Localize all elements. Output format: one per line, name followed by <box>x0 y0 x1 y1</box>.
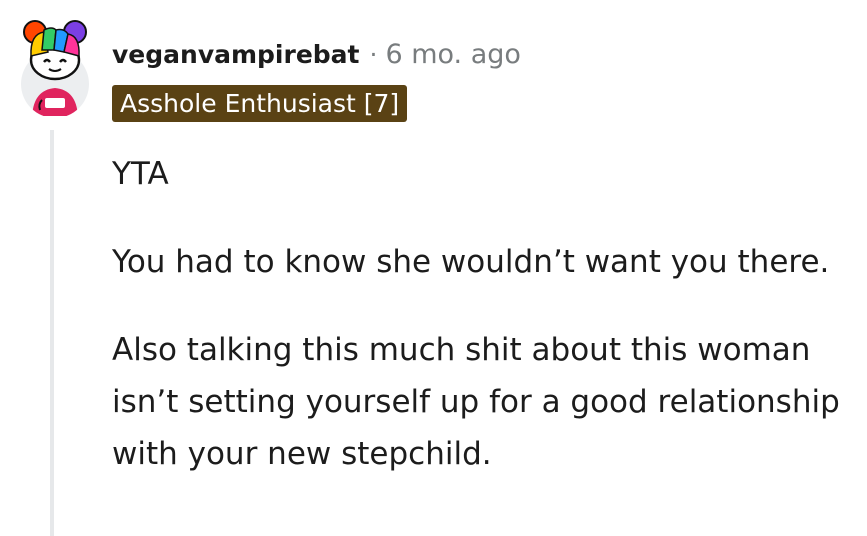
comment-body: YTA You had to know she wouldn’t want yo… <box>112 148 852 516</box>
comment-header: veganvampirebat · 6 mo. ago <box>112 34 521 74</box>
meta-separator: · <box>369 39 378 69</box>
user-flair: Asshole Enthusiast [7] <box>112 85 408 122</box>
comment-paragraph: YTA <box>112 156 169 192</box>
user-avatar[interactable] <box>18 12 92 118</box>
comment-paragraph: Also talking this much shit about this w… <box>112 332 840 472</box>
author-username[interactable]: veganvampirebat <box>112 40 360 69</box>
thread-line[interactable] <box>50 130 54 536</box>
comment-paragraph: You had to know she wouldn’t want you th… <box>112 244 830 280</box>
snoo-avatar-icon <box>21 20 89 118</box>
comment-timestamp[interactable]: 6 mo. ago <box>385 39 520 70</box>
